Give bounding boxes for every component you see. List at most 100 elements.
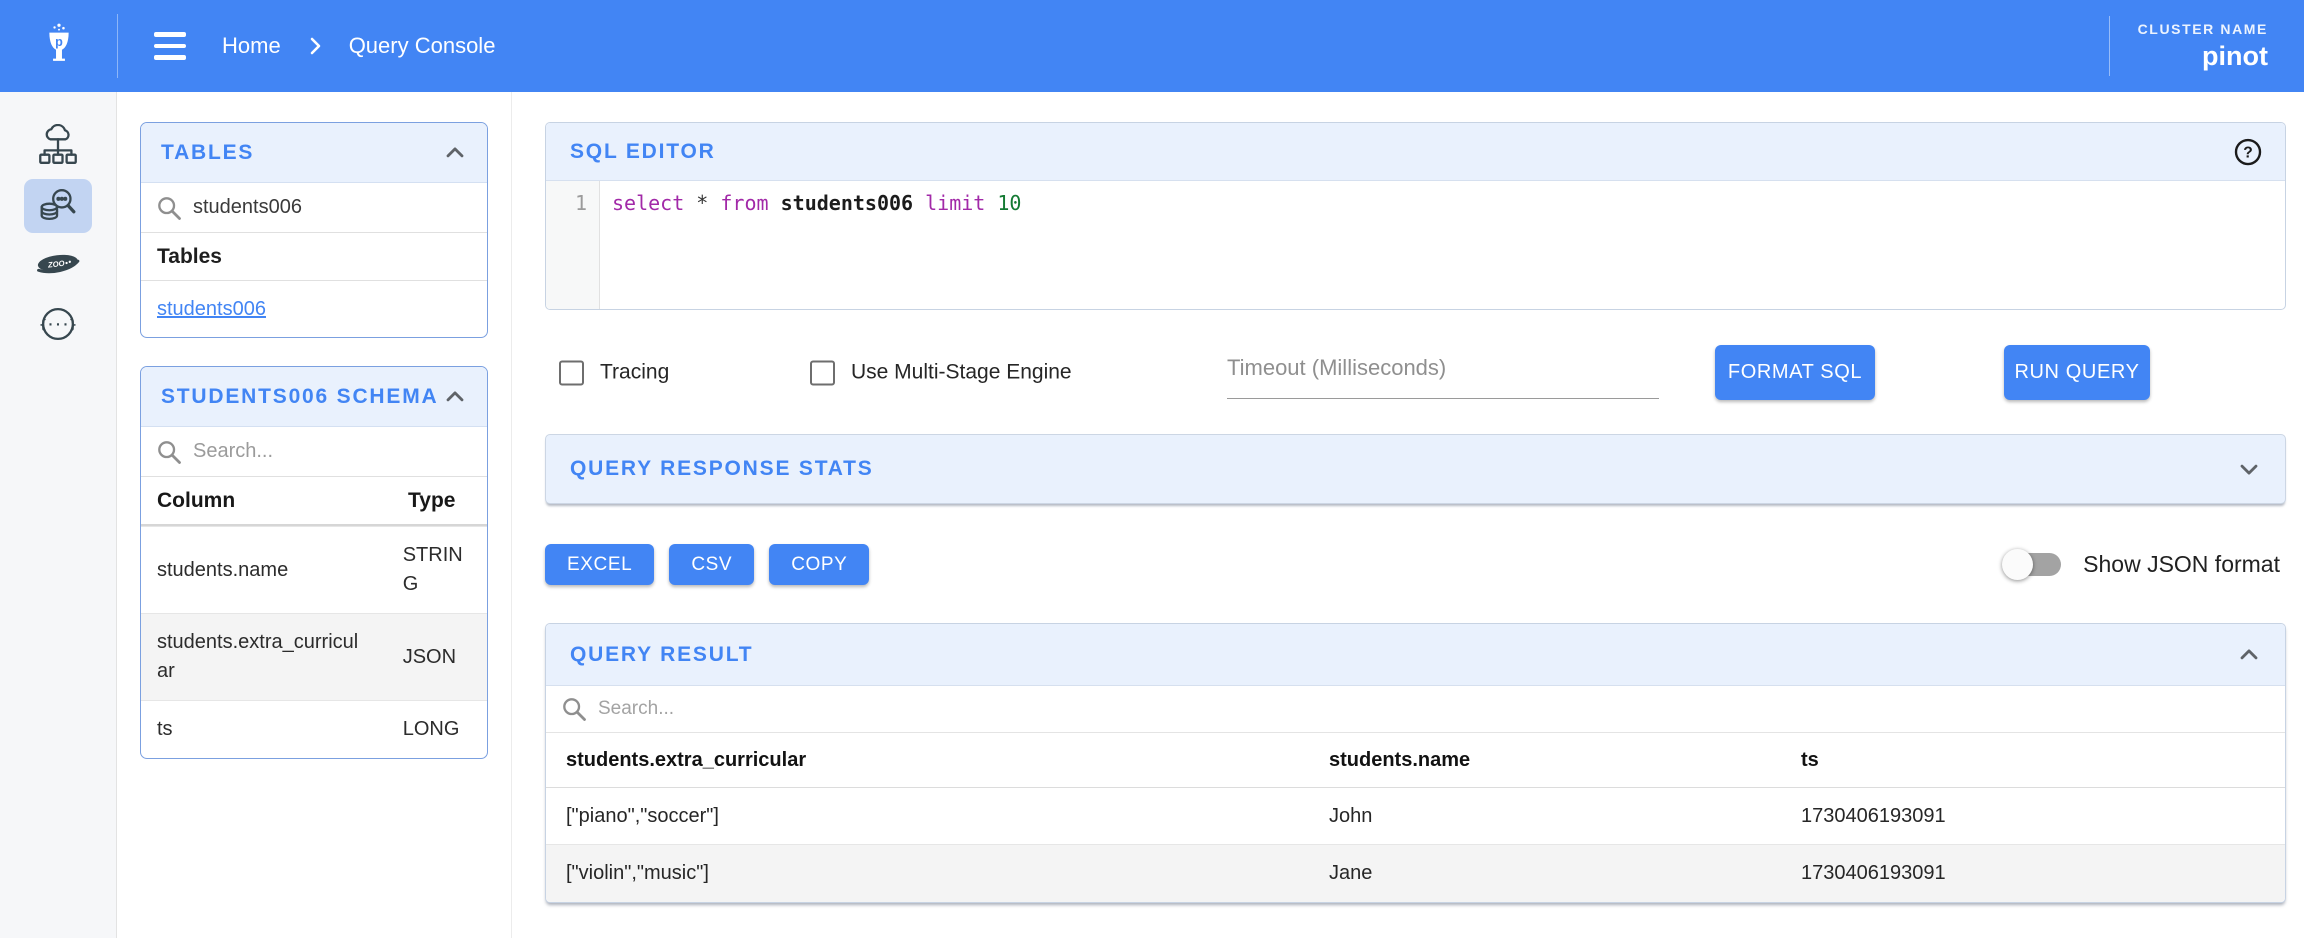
result-cell: John — [1329, 805, 1801, 828]
tracing-label: Tracing — [600, 361, 669, 385]
tracing-checkbox[interactable] — [559, 360, 584, 385]
tables-search-row — [141, 183, 487, 232]
schema-type-header: Type — [408, 489, 455, 513]
search-icon — [155, 438, 183, 466]
timeout-input[interactable] — [1227, 344, 1659, 399]
excel-button[interactable]: EXCEL — [545, 544, 654, 585]
cluster-info: CLUSTER NAME pinot — [2110, 21, 2304, 72]
multistage-checkbox[interactable] — [810, 360, 835, 385]
tables-search-input[interactable] — [193, 196, 473, 219]
sidebar-item-swagger[interactable]: {···} — [24, 297, 92, 351]
pinot-logo[interactable]: p — [0, 0, 117, 92]
result-cell: Jane — [1329, 862, 1801, 885]
table-list-item: students006 — [141, 280, 487, 337]
menu-icon[interactable] — [154, 32, 186, 60]
sidebar-item-cluster[interactable] — [24, 120, 92, 174]
result-cell: ["piano","soccer"] — [546, 805, 1329, 828]
topbar-divider — [117, 14, 118, 78]
search-icon — [560, 695, 588, 723]
multistage-label: Use Multi-Stage Engine — [851, 361, 1072, 385]
tables-panel: TABLES Tables students006 — [140, 122, 488, 338]
result-col-header[interactable]: ts — [1801, 749, 2285, 772]
schema-column-name: students.name — [157, 556, 367, 585]
result-col-header[interactable]: students.extra_curricular — [546, 749, 1329, 772]
chevron-right-icon — [303, 34, 327, 58]
schema-panel-title: STUDENTS006 SCHEMA — [161, 385, 438, 409]
chevron-up-icon — [441, 383, 469, 411]
sidebar-item-query-console[interactable] — [24, 179, 92, 233]
breadcrumb-home[interactable]: Home — [222, 33, 281, 59]
chevron-up-icon — [2235, 641, 2263, 669]
schema-column-name: students.extra_curricular — [157, 628, 367, 686]
query-console-icon — [35, 183, 81, 229]
sql-editor-title: SQL EDITOR — [570, 140, 716, 164]
schema-panel-header[interactable]: STUDENTS006 SCHEMA — [141, 367, 487, 427]
help-icon[interactable]: ? — [2233, 137, 2263, 167]
zookeeper-icon: ZOO — [35, 242, 81, 288]
result-cell: ["violin","music"] — [546, 862, 1329, 885]
schema-panel: STUDENTS006 SCHEMA Column Type students.… — [140, 366, 488, 759]
schema-table-header: Column Type — [141, 476, 487, 526]
tables-list-header: Tables — [141, 232, 487, 280]
export-row: EXCEL CSV COPY Show JSON format — [545, 544, 2286, 585]
schema-col-header: Column — [157, 489, 372, 513]
schema-column-name: ts — [157, 715, 367, 744]
logo-letter: p — [55, 35, 63, 49]
schema-column-type: LONG — [403, 715, 471, 744]
json-format-control[interactable]: Show JSON format — [2005, 551, 2286, 578]
sql-token: students006 — [781, 191, 926, 215]
sidebar-item-zookeeper[interactable]: ZOO — [24, 238, 92, 292]
json-format-toggle[interactable] — [2005, 553, 2061, 576]
search-icon — [155, 194, 183, 222]
schema-row: students.name STRING — [141, 526, 487, 613]
sql-code-line[interactable]: select * from students006 limit 10 — [600, 181, 2285, 309]
query-result-panel: QUERY RESULT students.extra_curricular s… — [545, 623, 2286, 903]
query-response-stats-panel[interactable]: QUERY RESPONSE STATS — [545, 434, 2286, 504]
csv-button[interactable]: CSV — [669, 544, 754, 585]
format-sql-button[interactable]: FORMAT SQL — [1715, 345, 1875, 400]
swagger-glyph: {···} — [39, 316, 76, 331]
pinot-logo-icon: p — [36, 23, 82, 69]
timeout-field-wrap — [1227, 344, 1659, 399]
cluster-icon — [35, 124, 81, 170]
query-result-title: QUERY RESULT — [570, 643, 753, 667]
cluster-name-label: CLUSTER NAME — [2138, 21, 2268, 37]
table-link-students006[interactable]: students006 — [157, 298, 266, 321]
result-col-header[interactable]: students.name — [1329, 749, 1801, 772]
result-table-header: students.extra_curricular students.name … — [546, 733, 2285, 788]
run-query-button[interactable]: RUN QUERY — [2004, 345, 2150, 400]
top-app-bar: p Home Query Console CLUSTER NAME pinot — [0, 0, 2304, 92]
sql-code-editor[interactable]: 1 select * from students006 limit 10 — [546, 181, 2285, 309]
result-search-input[interactable] — [598, 698, 2271, 720]
sql-editor-header: SQL EDITOR ? — [546, 123, 2285, 181]
editor-gutter: 1 — [546, 181, 600, 309]
main-content: SQL EDITOR ? 1 select * from students006… — [545, 122, 2286, 903]
schema-column-type: STRING — [403, 541, 471, 599]
schema-search-input[interactable] — [193, 440, 473, 463]
tracing-control[interactable]: Tracing — [559, 360, 669, 385]
table-row: ["piano","soccer"] John 1730406193091 — [546, 788, 2285, 845]
schema-row: ts LONG — [141, 700, 487, 758]
multistage-control[interactable]: Use Multi-Stage Engine — [810, 360, 1072, 385]
toggle-knob — [2002, 549, 2033, 580]
tables-panel-title: TABLES — [161, 141, 254, 165]
swagger-icon: {···} — [35, 301, 81, 347]
breadcrumb: Home Query Console — [222, 33, 495, 59]
schema-search-row — [141, 427, 487, 476]
query-controls: Tracing Use Multi-Stage Engine FORMAT SQ… — [545, 344, 2286, 401]
query-response-stats-title: QUERY RESPONSE STATS — [570, 457, 874, 481]
sql-token: * — [696, 191, 720, 215]
left-panels: TABLES Tables students006 STUDENTS006 SC… — [140, 122, 488, 759]
schema-column-type: JSON — [403, 643, 471, 672]
result-cell: 1730406193091 — [1801, 805, 2285, 828]
copy-button[interactable]: COPY — [769, 544, 869, 585]
sql-token: select — [612, 191, 696, 215]
chevron-up-icon — [441, 139, 469, 167]
nav-rail: ZOO {···} — [0, 92, 117, 938]
result-search-row — [546, 686, 2285, 733]
schema-row: students.extra_curricular JSON — [141, 613, 487, 700]
sql-token: limit — [925, 191, 997, 215]
query-result-header[interactable]: QUERY RESULT — [546, 624, 2285, 686]
cluster-name-value: pinot — [2138, 41, 2268, 72]
tables-panel-header[interactable]: TABLES — [141, 123, 487, 183]
